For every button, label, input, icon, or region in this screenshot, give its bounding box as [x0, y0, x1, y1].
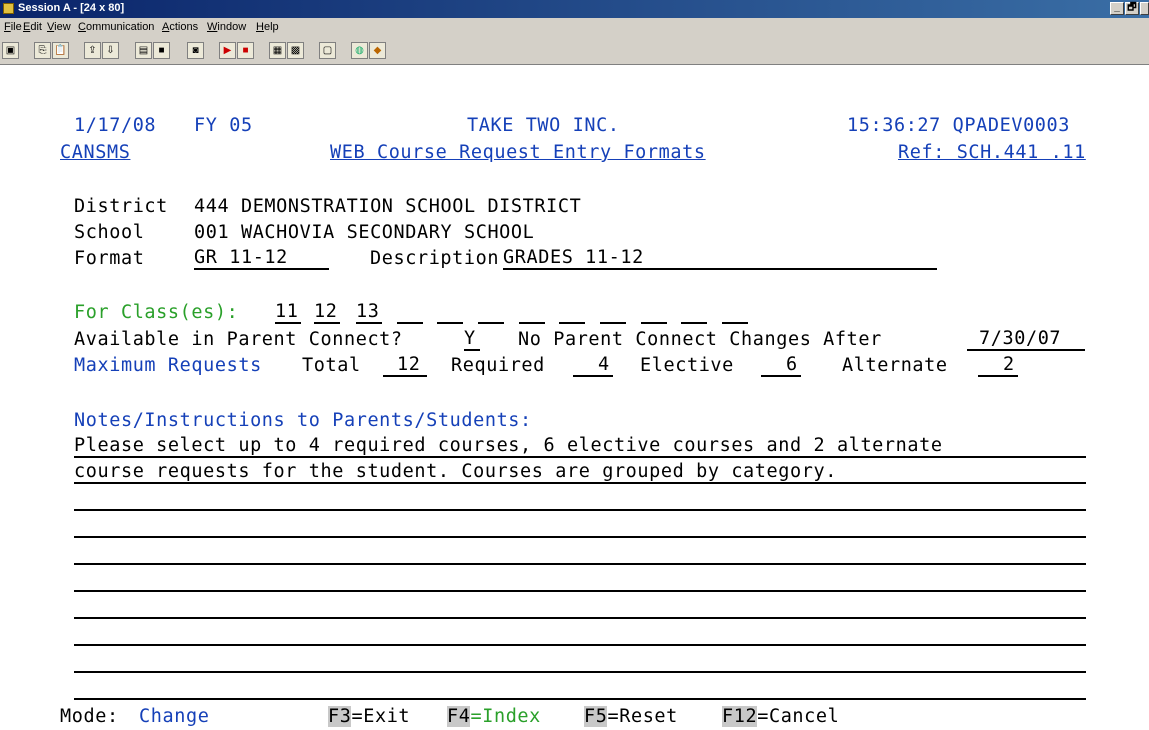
minimize-button[interactable]: _ — [1110, 2, 1124, 15]
toolbar: ▣ ⎘ 📋 ⇪ ⇩ ▤ ■ ◙ ▶ ■ ▦ ▩ ▢ ◍ ◆ — [0, 38, 1149, 65]
help-icon[interactable]: ◆ — [369, 42, 386, 59]
f5-reset-key[interactable]: F5=Reset — [584, 706, 678, 728]
required-value: 4 — [598, 354, 610, 375]
class-field-3[interactable]: 13 — [356, 302, 382, 324]
header-date: 1/17/08 — [74, 115, 157, 136]
class-field-12[interactable] — [722, 302, 748, 324]
menu-communication[interactable]: Communication — [78, 21, 154, 33]
color-map-icon[interactable]: ▩ — [287, 42, 304, 59]
parent-connect-value: Y — [464, 328, 476, 349]
print-icon[interactable]: ■ — [153, 42, 170, 59]
notes-line-6[interactable] — [74, 570, 1086, 592]
notes-label: Notes/Instructions to Parents/Students: — [74, 410, 532, 431]
required-field[interactable]: 4 — [573, 355, 613, 377]
class-field-8[interactable] — [559, 302, 585, 324]
window-title-bar[interactable]: Session A - [24 x 80] _ 🗗 — [0, 0, 1149, 18]
send-icon[interactable]: ⇪ — [84, 42, 101, 59]
total-label: Total — [302, 355, 361, 376]
header-fy: FY 05 — [194, 115, 253, 136]
changes-after-field[interactable]: 7/30/07 — [967, 329, 1085, 351]
format-label: Format — [74, 248, 145, 269]
elective-label: Elective — [640, 355, 734, 376]
format-field[interactable]: GR 11-12 — [194, 248, 329, 270]
window-title: Session A - [24 x 80] — [18, 2, 125, 14]
notes-line-5[interactable] — [74, 543, 1086, 565]
class-field-11[interactable] — [681, 302, 707, 324]
classes-label: For Class(es): — [74, 302, 239, 323]
clipboard-icon[interactable]: ▢ — [319, 42, 336, 59]
changes-after-value: 7/30/07 — [979, 328, 1062, 349]
macro-stop-icon[interactable]: ■ — [237, 42, 254, 59]
class-field-9[interactable] — [600, 302, 626, 324]
menu-window[interactable]: Window — [207, 21, 246, 33]
description-value: GRADES 11-12 — [503, 247, 644, 268]
macro-play-icon[interactable]: ▶ — [219, 42, 236, 59]
menu-bar: File Edit View Communication Actions Win… — [0, 18, 1149, 38]
class-field-7[interactable] — [519, 302, 545, 324]
alternate-value: 2 — [1003, 354, 1015, 375]
elective-value: 6 — [786, 354, 798, 375]
school-label: School — [74, 222, 145, 243]
alternate-label: Alternate — [842, 355, 948, 376]
paste-icon[interactable]: 📋 — [52, 42, 69, 59]
f3-exit-key[interactable]: F3=Exit — [328, 706, 410, 728]
mode-value: Change — [139, 706, 210, 727]
globe-icon[interactable]: ◍ — [351, 42, 368, 59]
alternate-field[interactable]: 2 — [978, 355, 1018, 377]
f4-index-key[interactable]: F4=Index — [447, 706, 541, 728]
menu-actions[interactable]: Actions — [162, 21, 198, 33]
menu-edit[interactable]: Edit — [23, 21, 42, 33]
receive-icon[interactable]: ⇩ — [102, 42, 119, 59]
notes-line-2[interactable]: course requests for the student. Courses… — [74, 462, 1086, 484]
max-requests-label: Maximum Requests — [74, 355, 262, 376]
total-value: 12 — [397, 354, 421, 375]
class-field-1[interactable]: 11 — [275, 302, 301, 324]
notes-line-9[interactable] — [74, 651, 1086, 673]
print-screen-icon[interactable]: ▤ — [135, 42, 152, 59]
class-field-5[interactable] — [437, 302, 463, 324]
menu-view[interactable]: View — [47, 21, 71, 33]
elective-field[interactable]: 6 — [761, 355, 801, 377]
parent-connect-label: Available in Parent Connect? — [74, 329, 403, 350]
f12-cancel-key[interactable]: F12=Cancel — [722, 706, 839, 728]
class-field-6[interactable] — [478, 302, 504, 324]
parent-connect-field[interactable]: Y — [464, 329, 480, 351]
screen-title: WEB Course Request Entry Formats — [330, 142, 706, 163]
terminal-screen[interactable]: 1/17/08 FY 05 TAKE TWO INC. 15:36:27 QPA… — [0, 65, 1149, 730]
copy-icon[interactable]: ⎘ — [34, 42, 51, 59]
header-time-system: 15:36:27 QPADEV0003 — [847, 115, 1071, 136]
mode-label: Mode: — [60, 706, 119, 727]
class-field-2[interactable]: 12 — [314, 302, 340, 324]
record-icon[interactable]: ◙ — [187, 42, 204, 59]
menu-help[interactable]: Help — [256, 21, 279, 33]
notes-line-7[interactable] — [74, 597, 1086, 619]
program-name: CANSMS — [60, 142, 131, 163]
district-label: District — [74, 196, 168, 217]
format-value: GR 11-12 — [194, 247, 288, 268]
description-label: Description — [370, 248, 500, 269]
ref-code: Ref: SCH.441 .11 — [898, 142, 1086, 163]
app-icon — [3, 3, 14, 14]
notes-line-10[interactable] — [74, 678, 1086, 700]
close-button[interactable] — [1140, 2, 1149, 15]
description-field[interactable]: GRADES 11-12 — [503, 248, 937, 270]
notes-line-3[interactable] — [74, 489, 1086, 511]
changes-after-label: No Parent Connect Changes After — [518, 329, 882, 350]
total-field[interactable]: 12 — [383, 355, 427, 377]
required-label: Required — [451, 355, 545, 376]
district-value: 444 DEMONSTRATION SCHOOL DISTRICT — [194, 196, 582, 217]
school-value: 001 WACHOVIA SECONDARY SCHOOL — [194, 222, 535, 243]
menu-file[interactable]: File — [4, 21, 22, 33]
class-field-4[interactable] — [397, 302, 423, 324]
class-field-10[interactable] — [641, 302, 667, 324]
company-name: TAKE TWO INC. — [467, 115, 620, 136]
customize-keypad-icon[interactable]: ▦ — [269, 42, 286, 59]
notes-line-1[interactable]: Please select up to 4 required courses, … — [74, 436, 1086, 458]
display-icon[interactable]: ▣ — [2, 42, 19, 59]
notes-line-8[interactable] — [74, 624, 1086, 646]
restore-button[interactable]: 🗗 — [1125, 2, 1139, 15]
notes-line-4[interactable] — [74, 516, 1086, 538]
